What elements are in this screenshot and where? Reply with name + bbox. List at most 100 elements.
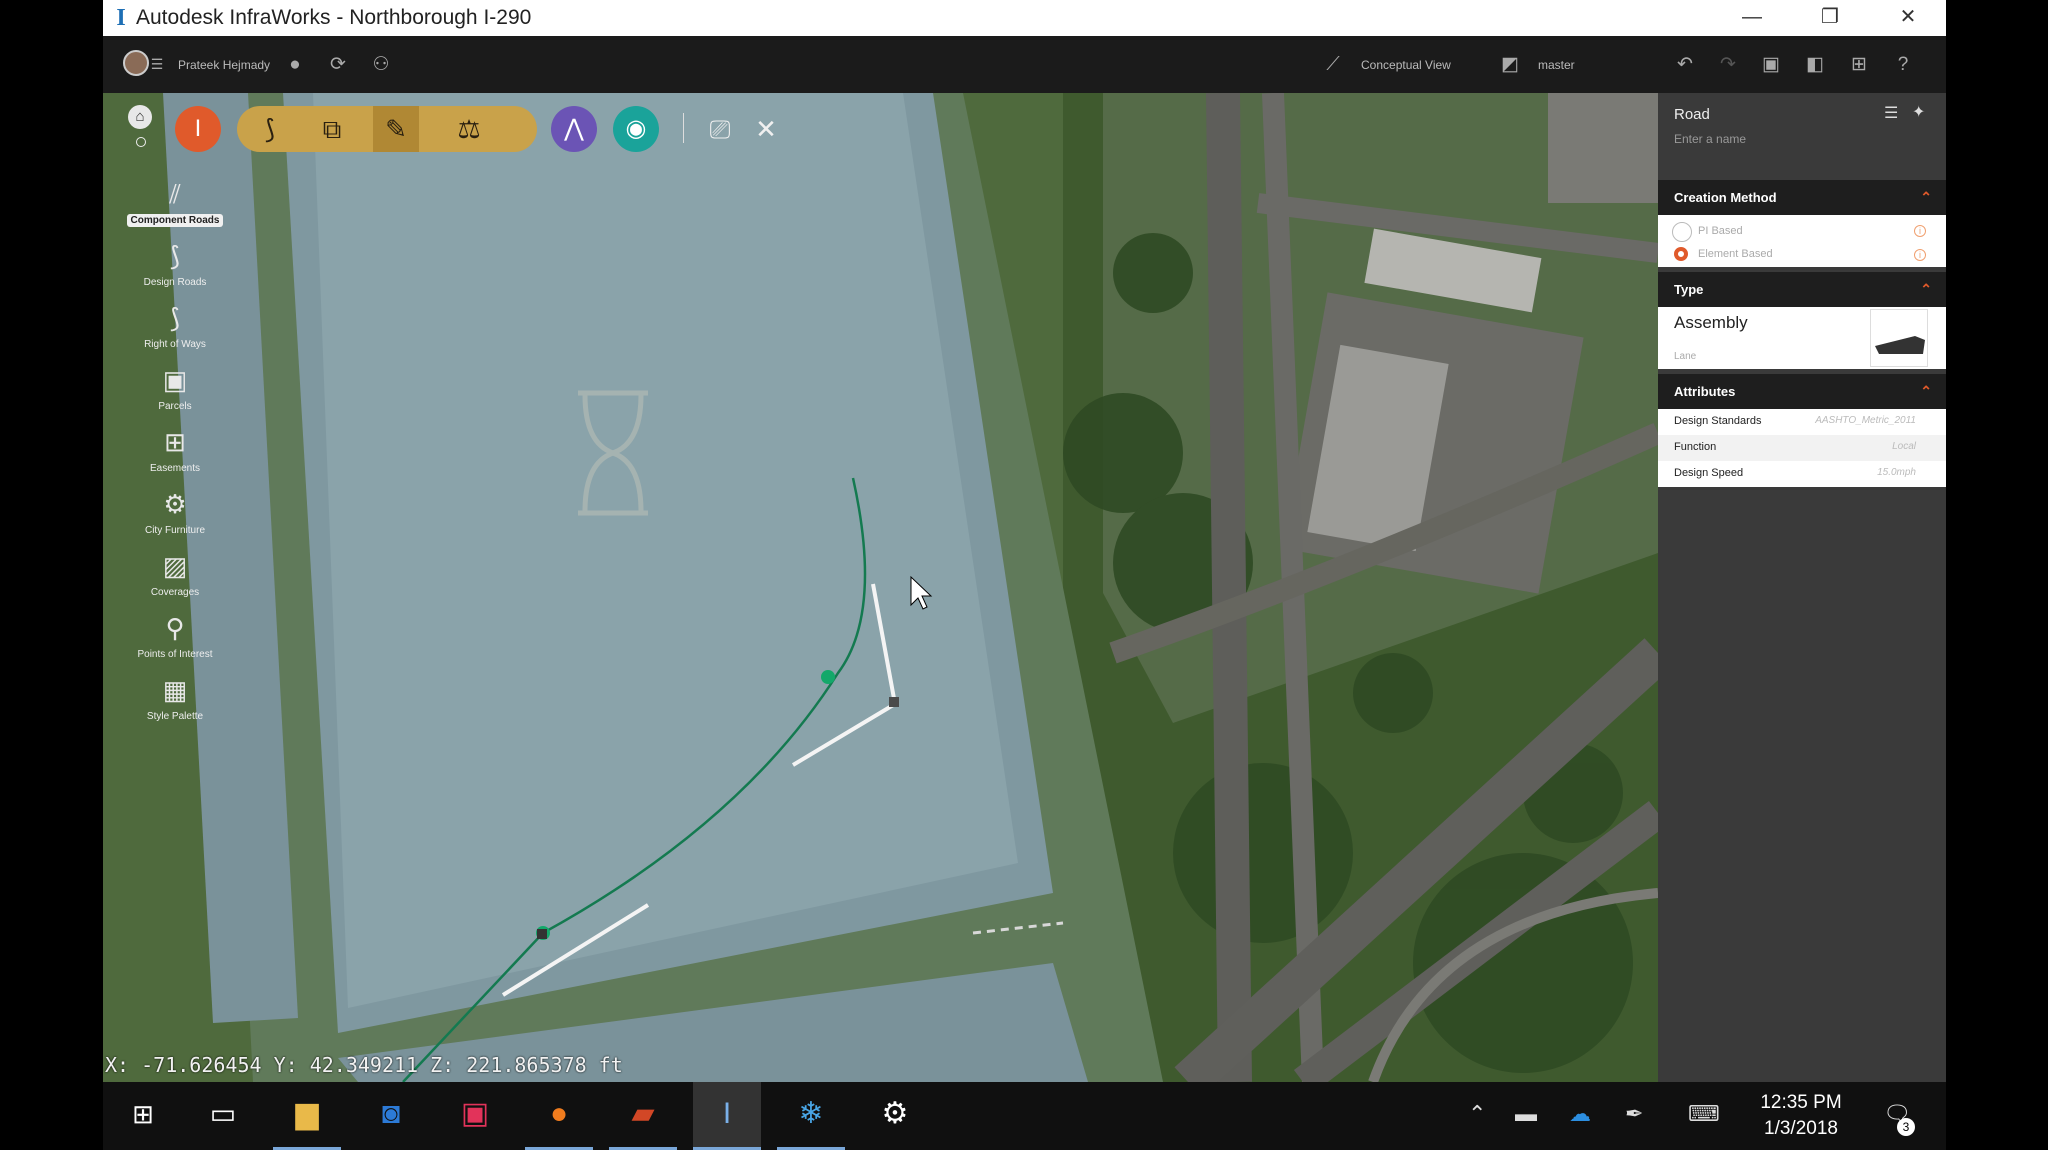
app-m-icon[interactable]: ▣ bbox=[441, 1082, 509, 1150]
present-icon[interactable]: ⎚ bbox=[697, 106, 743, 152]
assembly-thumbnail[interactable] bbox=[1870, 309, 1928, 367]
panel-header: Road Enter a name ☰ ✦ bbox=[1658, 93, 1946, 180]
home-button[interactable]: ⌂ bbox=[128, 105, 152, 129]
type-value: Assembly bbox=[1674, 313, 1748, 332]
pi-based-label: PI Based bbox=[1698, 225, 1743, 237]
drainage-tool-button[interactable]: ◉ bbox=[613, 106, 659, 152]
creation-method-header[interactable]: Creation Method ⌃ bbox=[1658, 180, 1946, 215]
user-name[interactable]: Prateek Hejmady bbox=[178, 57, 270, 73]
sketch-tool-icon[interactable]: ✎ bbox=[373, 106, 419, 152]
layout-icon[interactable]: ⊞ bbox=[1847, 53, 1871, 77]
attributes-body: Design Standards AASHTO_Metric_2011 Funct… bbox=[1658, 409, 1946, 487]
attributes-header[interactable]: Attributes ⌃ bbox=[1658, 374, 1946, 409]
view-mode-label[interactable]: Conceptual View bbox=[1361, 57, 1451, 73]
tray-chevron-icon[interactable]: ⌃ bbox=[1468, 1099, 1486, 1129]
tool-label: Easements bbox=[149, 463, 201, 474]
main-menu-button[interactable]: I bbox=[175, 106, 221, 152]
lane-preview-icon bbox=[1875, 336, 1925, 354]
outlook-icon[interactable]: ◙ bbox=[357, 1082, 425, 1150]
toolbar-divider bbox=[683, 113, 684, 143]
coverages-icon: ▨ bbox=[162, 551, 188, 581]
close-button[interactable]: ✕ bbox=[1869, 0, 1947, 36]
name-input[interactable]: Enter a name bbox=[1674, 132, 1746, 146]
type-body[interactable]: Assembly Lane bbox=[1658, 307, 1946, 369]
pin-icon[interactable] bbox=[136, 137, 146, 147]
settings-tools-icon[interactable]: ✕ bbox=[743, 106, 789, 152]
menu-icon[interactable]: ☰ bbox=[147, 52, 167, 76]
keyboard-icon[interactable]: ⌨ bbox=[1688, 1099, 1720, 1129]
file-explorer-icon[interactable]: ▆ bbox=[273, 1082, 341, 1150]
pi-based-radio[interactable] bbox=[1672, 222, 1692, 242]
element-based-label: Element Based bbox=[1698, 248, 1773, 260]
avatar[interactable] bbox=[123, 50, 149, 76]
task-view-icon[interactable]: ▭ bbox=[189, 1082, 257, 1150]
attr-design-standards[interactable]: Design Standards AASHTO_Metric_2011 bbox=[1658, 409, 1946, 435]
restore-button[interactable]: ❐ bbox=[1791, 0, 1869, 36]
save-icon[interactable]: ▣ bbox=[1759, 53, 1783, 77]
redo-icon[interactable]: ↷ bbox=[1716, 53, 1740, 77]
tool-label: Design Roads bbox=[143, 277, 207, 288]
design-roads-icon: ⟆ bbox=[169, 241, 181, 271]
panel-toggle-icon[interactable]: ◧ bbox=[1803, 53, 1827, 77]
properties-panel: Road Enter a name ☰ ✦ Creation Method ⌃ P… bbox=[1658, 93, 1946, 1082]
element-based-radio[interactable] bbox=[1674, 247, 1688, 261]
user-icon[interactable]: ⚇ bbox=[369, 53, 393, 77]
firefox-icon[interactable]: ● bbox=[525, 1082, 593, 1150]
snowflake-app-icon[interactable]: ❄ bbox=[777, 1082, 845, 1150]
component-roads-icon: ⫽ bbox=[169, 179, 181, 209]
minimize-button[interactable]: — bbox=[1713, 0, 1791, 36]
type-sub: Lane bbox=[1674, 351, 1697, 362]
collapse-chevron-icon[interactable]: ⌃ bbox=[1920, 272, 1932, 307]
attr-function[interactable]: Function Local bbox=[1658, 435, 1946, 461]
tool-style-palette[interactable]: ▦ Style Palette bbox=[125, 674, 225, 724]
sync-icon[interactable]: ⟳ bbox=[326, 53, 350, 77]
undo-icon[interactable]: ↶ bbox=[1673, 53, 1697, 77]
tool-right-of-ways[interactable]: ⟆ Right of Ways bbox=[125, 302, 225, 352]
tool-coverages[interactable]: ▨ Coverages bbox=[125, 550, 225, 600]
tool-label: Points of Interest bbox=[137, 649, 213, 660]
onedrive-icon[interactable]: ☁ bbox=[1569, 1099, 1591, 1129]
tool-component-roads[interactable]: ⫽ Component Roads bbox=[125, 178, 225, 228]
analyze-tool-icon[interactable]: ⚖ bbox=[446, 106, 492, 152]
powerpoint-icon[interactable]: ▰ bbox=[609, 1082, 677, 1150]
roads-tool-icon[interactable]: ⟆ bbox=[247, 106, 293, 152]
easements-icon: ⊞ bbox=[164, 427, 186, 457]
chat-icon[interactable]: ● bbox=[283, 53, 307, 77]
pin-panel-icon[interactable]: ✦ bbox=[1912, 102, 1925, 122]
infraworks-taskbar-icon[interactable]: I bbox=[693, 1082, 761, 1150]
tool-easements[interactable]: ⊞ Easements bbox=[125, 426, 225, 476]
tool-label: Coverages bbox=[150, 587, 200, 598]
menu-icon[interactable]: ☰ bbox=[1884, 103, 1898, 123]
collapse-chevron-icon[interactable]: ⌃ bbox=[1920, 374, 1932, 409]
conceptual-view-icon[interactable]: ⟋ bbox=[1321, 53, 1345, 77]
collapse-chevron-icon[interactable]: ⌃ bbox=[1920, 180, 1932, 215]
tool-parcels[interactable]: ▣ Parcels bbox=[125, 364, 225, 414]
taskbar: ⊞ ▭ ▆ ◙ ▣ ● ▰ I ❄ ⚙ ⌃ ▬ ☁ ✒ ⌨ 12:35 PM 1… bbox=[103, 1082, 1946, 1150]
branch-icon[interactable]: ◩ bbox=[1498, 53, 1522, 77]
branch-label[interactable]: master bbox=[1538, 57, 1575, 73]
attr-design-speed[interactable]: Design Speed 15.0mph bbox=[1658, 461, 1946, 487]
help-icon[interactable]: ? bbox=[1891, 53, 1915, 77]
tool-city-furniture[interactable]: ⚙ City Furniture bbox=[125, 488, 225, 538]
terrain-tool-button[interactable]: ⋀ bbox=[551, 106, 597, 152]
info-icon[interactable]: i bbox=[1914, 249, 1926, 261]
info-icon[interactable]: i bbox=[1914, 225, 1926, 237]
settings-gear-icon[interactable]: ⚙ bbox=[861, 1082, 929, 1150]
coordinate-readout: X: -71.626454 Y: 42.349211 Z: 221.865378… bbox=[105, 1053, 623, 1077]
pen-icon[interactable]: ✒ bbox=[1625, 1099, 1643, 1129]
right-of-ways-icon: ⟆ bbox=[169, 303, 181, 333]
infraworks-logo-icon: I bbox=[116, 5, 126, 31]
title-bar: I Autodesk InfraWorks - Northborough I-2… bbox=[103, 0, 1946, 36]
tool-label: Style Palette bbox=[146, 711, 204, 722]
windows-start-icon[interactable]: ⊞ bbox=[109, 1082, 177, 1150]
panel-title: Road bbox=[1674, 106, 1710, 123]
tool-points-of-interest[interactable]: ⚲ Points of Interest bbox=[125, 612, 225, 662]
copy-tool-icon[interactable]: ⧉ bbox=[309, 106, 355, 152]
aerial-map[interactable] bbox=[103, 93, 1658, 1082]
window-title: Autodesk InfraWorks - Northborough I-290 bbox=[136, 6, 532, 29]
battery-icon[interactable]: ▬ bbox=[1515, 1099, 1537, 1129]
clock[interactable]: 12:35 PM 1/3/2018 bbox=[1741, 1090, 1861, 1142]
type-header[interactable]: Type ⌃ bbox=[1658, 272, 1946, 307]
map-viewport[interactable]: ⌂ I ⟆ ⧉ ✎ ⚖ ⋀ ◉ ⎚ ✕ ⫽ Component Roads ⟆ … bbox=[103, 93, 1658, 1082]
tool-design-roads[interactable]: ⟆ Design Roads bbox=[125, 240, 225, 290]
